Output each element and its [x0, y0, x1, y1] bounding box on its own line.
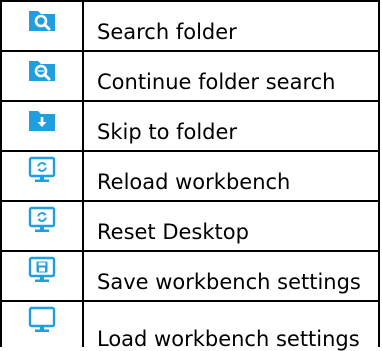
menu-item-label-cell: Reset Desktop	[84, 200, 380, 250]
menu-item-label: Search folder	[97, 20, 237, 44]
menu-item-label-cell: Save workbench settings	[84, 250, 380, 300]
menu-item-icon-cell	[0, 300, 84, 347]
menu-item-label-cell: Continue folder search	[84, 50, 380, 100]
menu-item-icon-cell	[0, 200, 84, 250]
menu-item-icon-cell	[0, 250, 84, 300]
skip-to-folder-icon	[29, 111, 55, 131]
search-folder-icon	[29, 11, 55, 31]
menu-item-icon-cell	[0, 50, 84, 100]
menu-item-label-cell: Search folder	[84, 0, 380, 50]
menu-item-icon-cell	[0, 150, 84, 200]
reload-workbench-icon	[28, 156, 56, 182]
load-workbench-settings-icon	[28, 306, 56, 332]
menu-item-icon-cell	[0, 100, 84, 150]
menu-table: Search folder Continue folder search Ski…	[0, 0, 382, 351]
save-workbench-settings-icon	[28, 256, 56, 282]
menu-item-label-cell: Load workbench settings	[84, 300, 380, 351]
menu-item-label: Reload workbench	[97, 170, 291, 194]
continue-folder-search-icon	[29, 61, 55, 81]
menu-item-label: Skip to folder	[97, 120, 238, 144]
menu-item-label: Reset Desktop	[97, 220, 249, 244]
menu-item-label: Save workbench settings	[97, 270, 361, 294]
menu-item-save-workbench-settings[interactable]: Save workbench settings	[0, 250, 382, 300]
menu-item-label: Continue folder search	[97, 70, 336, 94]
reset-desktop-icon	[28, 206, 56, 232]
menu-item-reload-workbench[interactable]: Reload workbench	[0, 150, 382, 200]
menu-item-search-folder[interactable]: Search folder	[0, 0, 382, 50]
menu-item-reset-desktop[interactable]: Reset Desktop	[0, 200, 382, 250]
menu-item-icon-cell	[0, 0, 84, 50]
menu-item-label-cell: Skip to folder	[84, 100, 380, 150]
menu-item-label-cell: Reload workbench	[84, 150, 380, 200]
menu-item-load-workbench-settings[interactable]: Load workbench settings	[0, 300, 382, 351]
menu-item-label: Load workbench settings	[97, 327, 360, 351]
menu-item-continue-folder-search[interactable]: Continue folder search	[0, 50, 382, 100]
menu-item-skip-to-folder[interactable]: Skip to folder	[0, 100, 382, 150]
